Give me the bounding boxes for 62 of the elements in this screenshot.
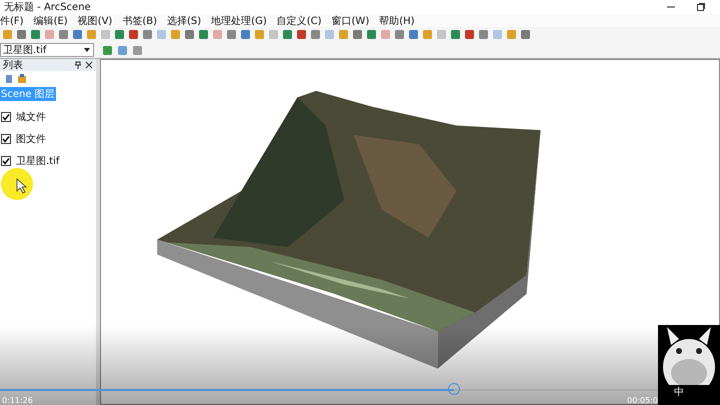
tool-icon[interactable] xyxy=(506,29,517,40)
layer-label[interactable]: 卫星图.tif xyxy=(15,154,60,168)
tool-icon[interactable] xyxy=(58,29,69,40)
layer-label[interactable]: 图文件 xyxy=(15,132,47,146)
tool-icon[interactable] xyxy=(478,29,489,40)
tool-icon[interactable] xyxy=(282,29,293,40)
tool-icon[interactable] xyxy=(114,29,125,40)
pin-icon[interactable] xyxy=(74,61,82,69)
layer-label[interactable]: 城文件 xyxy=(15,110,47,124)
tool-icon[interactable] xyxy=(450,29,461,40)
cartoon-drawing xyxy=(661,325,717,385)
tool-icon[interactable] xyxy=(422,29,433,40)
list-by-drawing-order-icon[interactable] xyxy=(4,74,14,84)
tool-icon[interactable] xyxy=(170,29,181,40)
menu-item[interactable]: 地理处理(G) xyxy=(211,14,267,28)
tool-icon[interactable] xyxy=(184,29,195,40)
tool-icon[interactable] xyxy=(352,29,363,40)
window-title: 无标题 - ArcScene xyxy=(4,0,91,14)
menu-item[interactable]: 编辑(E) xyxy=(34,14,68,28)
layer-dropdown[interactable]: 卫星图.tif xyxy=(0,43,94,57)
tool-icon[interactable] xyxy=(310,29,321,40)
checkbox[interactable] xyxy=(1,156,11,166)
tool-icon[interactable] xyxy=(117,44,128,56)
tool-icon[interactable] xyxy=(338,29,349,40)
tool-icon[interactable] xyxy=(128,29,139,40)
elapsed-time: 0:11:26 xyxy=(2,396,33,405)
tool-icon[interactable] xyxy=(408,29,419,40)
list-by-source-icon[interactable] xyxy=(17,74,27,84)
tool-icon[interactable] xyxy=(142,29,153,40)
restore-icon[interactable] xyxy=(696,2,706,12)
caret-icon xyxy=(83,46,91,54)
panel-title: 列表 xyxy=(3,58,23,72)
tool-icon[interactable] xyxy=(2,29,13,40)
tool-icon[interactable] xyxy=(226,29,237,40)
menu-item[interactable]: 书签(B) xyxy=(122,14,158,28)
total-time: 00:05:0 xyxy=(627,396,658,405)
menu-item[interactable]: 选择(S) xyxy=(167,14,202,28)
tool-icon[interactable] xyxy=(72,29,83,40)
close-icon[interactable] xyxy=(85,61,93,69)
tool-icon[interactable] xyxy=(16,29,27,40)
tool-icon[interactable] xyxy=(464,29,475,40)
tool-icon[interactable] xyxy=(86,29,97,40)
logo-text: 中 xyxy=(674,386,684,399)
checkbox[interactable] xyxy=(1,134,11,144)
tool-icon[interactable] xyxy=(394,29,405,40)
tool-icon[interactable] xyxy=(296,29,307,40)
menu-item[interactable]: 自定义(C) xyxy=(276,14,322,28)
tool-icon[interactable] xyxy=(254,29,265,40)
menu-item[interactable]: 窗口(W) xyxy=(332,14,370,28)
tool-icon[interactable] xyxy=(102,44,113,56)
tool-icon[interactable] xyxy=(520,29,531,40)
scene-view[interactable] xyxy=(100,59,720,405)
tool-icon[interactable] xyxy=(30,29,41,40)
progress-handle[interactable] xyxy=(448,383,460,395)
tool-icon[interactable] xyxy=(198,29,209,40)
tool-icon[interactable] xyxy=(366,29,377,40)
menu-item[interactable]: 件(F) xyxy=(0,14,24,28)
tool-icon[interactable] xyxy=(240,29,251,40)
checkbox[interactable] xyxy=(1,112,11,122)
menu-item[interactable]: 帮助(H) xyxy=(379,14,415,28)
tool-icon[interactable] xyxy=(132,44,143,56)
menu-item[interactable]: 视图(V) xyxy=(78,14,112,28)
